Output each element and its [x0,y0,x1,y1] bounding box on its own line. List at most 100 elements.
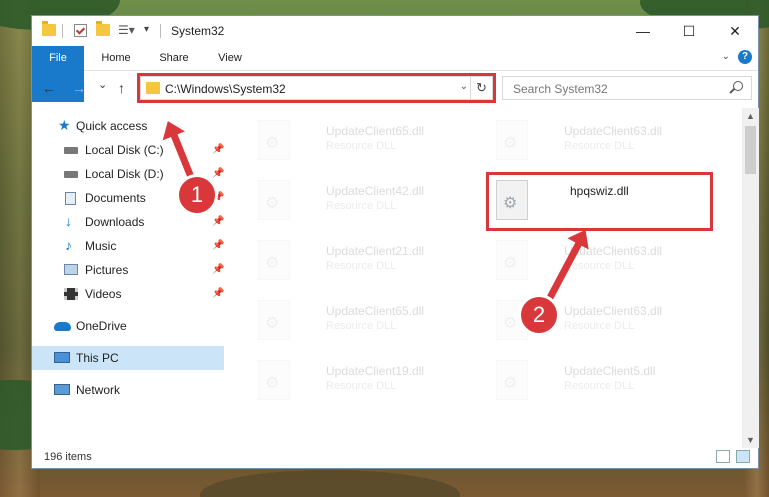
sidebar-item-music[interactable]: ♪ Music 📌 [32,234,224,258]
callout-badge: 2 [518,294,560,336]
sidebar-item-label: Pictures [85,263,129,277]
cloud-icon [54,322,71,331]
network-icon [54,384,70,395]
file-name: UpdateClient19.dll [326,364,425,378]
callout-badge: 1 [176,174,218,216]
separator [62,24,63,38]
scroll-down-icon[interactable]: ▼ [746,435,755,445]
sidebar-item-pictures[interactable]: Pictures 📌 [32,258,224,282]
drive-icon [64,171,78,178]
file-name: UpdateClient63.dll [564,304,663,318]
file-description: Resource DLL [326,200,397,212]
pin-icon[interactable]: 📌 [212,144,224,155]
file-item[interactable]: UpdateClient21.dll Resource DLL [252,236,472,292]
new-folder-icon[interactable] [96,21,110,36]
pin-icon[interactable]: 📌 [212,288,224,299]
file-description: Resource DLL [564,380,635,392]
maximize-button[interactable]: ☐ [666,16,712,46]
sidebar-item-label: Quick access [76,119,148,133]
sidebar-item-label: Network [76,383,121,397]
status-bar: 196 items [32,446,758,468]
scroll-up-icon[interactable]: ▲ [746,111,755,121]
pin-icon[interactable]: 📌 [212,168,224,179]
file-item[interactable]: UpdateClient65.dll Resource DLL [252,296,472,352]
back-button[interactable]: ← [42,80,56,96]
properties-icon[interactable] [74,24,87,37]
search-box[interactable]: Search System32 [502,76,752,100]
ribbon-tabs: File Home Share View ⌄ ? [32,46,758,102]
pin-icon[interactable]: 📌 [212,216,224,227]
file-name: UpdateClient65.dll [326,124,425,138]
sidebar-item-label: Documents [85,191,146,205]
file-name: UpdateClient42.dll [326,184,425,198]
sidebar-item-label: Downloads [85,215,145,229]
file-item[interactable]: UpdateClient63.dll Resource DLL [490,236,710,292]
item-count: 196 items [44,451,92,463]
computer-icon [54,352,70,363]
file-description: Resource DLL [564,140,635,152]
large-icons-view-icon[interactable] [736,450,750,463]
sidebar-item-label: This PC [76,351,119,365]
recent-locations-button[interactable]: ⌄ [98,78,107,91]
dll-file-icon [258,180,290,220]
file-item[interactable]: UpdateClient42.dll Resource DLL [252,176,472,232]
file-item[interactable]: UpdateClient65.dll Resource DLL [252,116,472,172]
search-input[interactable]: Search System32 [513,82,608,96]
customize-icon[interactable]: ☰▾ [118,23,135,37]
close-button[interactable]: ✕ [712,16,758,46]
file-highlight [486,172,713,231]
file-list: UpdateClient65.dll Resource DLL UpdateCl… [224,108,742,448]
sidebar-item-onedrive[interactable]: OneDrive [32,314,224,338]
sidebar-item-local-disk-c[interactable]: Local Disk (C:) 📌 [32,138,224,162]
tab-share[interactable]: Share [150,46,198,70]
dll-file-icon [258,120,290,160]
window-title: System32 [171,24,225,38]
file-explorer-window: ☰▾ ▾ System32 — ☐ ✕ File Home Share View… [31,15,759,469]
file-item[interactable]: UpdateClient19.dll Resource DLL [252,356,472,412]
sidebar-item-label: OneDrive [76,319,127,333]
sidebar-item-label: Local Disk (C:) [85,143,164,157]
quick-access-dropdown-icon[interactable]: ▾ [144,24,149,35]
file-description: Resource DLL [326,260,397,272]
search-icon[interactable] [733,81,743,91]
file-item[interactable]: UpdateClient5.dll Resource DLL [490,356,710,412]
dll-file-icon [258,240,290,280]
sidebar-item-videos[interactable]: Videos 📌 [32,282,224,306]
scrollbar-thumb[interactable] [745,126,756,174]
sidebar-item-quick-access[interactable]: ★ Quick access [32,114,224,138]
tab-view[interactable]: View [208,46,252,70]
help-icon[interactable]: ? [738,50,752,64]
documents-icon [65,192,76,205]
file-name: UpdateClient5.dll [564,364,656,378]
details-view-icon[interactable] [716,450,730,463]
up-button[interactable]: ↑ [118,80,125,96]
file-name: UpdateClient63.dll [564,124,663,138]
sidebar-item-label: Local Disk (D:) [85,167,164,181]
separator [160,24,161,38]
forward-button[interactable]: → [72,80,86,96]
file-description: Resource DLL [326,320,397,332]
dll-file-icon [496,360,528,400]
title-bar: ☰▾ ▾ System32 — ☐ ✕ [32,16,758,46]
minimize-button[interactable]: — [620,16,666,46]
pictures-icon [64,264,78,275]
dll-file-icon [496,120,528,160]
address-bar-highlight [137,73,496,103]
dll-file-icon [258,360,290,400]
sidebar-item-network[interactable]: Network [32,378,224,402]
pin-icon[interactable]: 📌 [212,240,224,251]
star-icon: ★ [58,117,71,133]
download-icon: ↓ [65,213,72,229]
dll-file-icon [258,300,290,340]
sidebar-item-this-pc[interactable]: This PC [32,346,224,370]
file-description: Resource DLL [564,320,635,332]
file-item[interactable]: UpdateClient63.dll Resource DLL [490,116,710,172]
pin-icon[interactable]: 📌 [212,264,224,275]
vertical-scrollbar[interactable]: ▲ ▼ [742,108,759,448]
tab-home[interactable]: Home [94,46,138,70]
file-description: Resource DLL [326,140,397,152]
folder-icon [42,21,56,36]
sidebar-item-label: Videos [85,287,122,301]
expand-ribbon-icon[interactable]: ⌄ [722,51,730,62]
file-name: UpdateClient65.dll [326,304,425,318]
